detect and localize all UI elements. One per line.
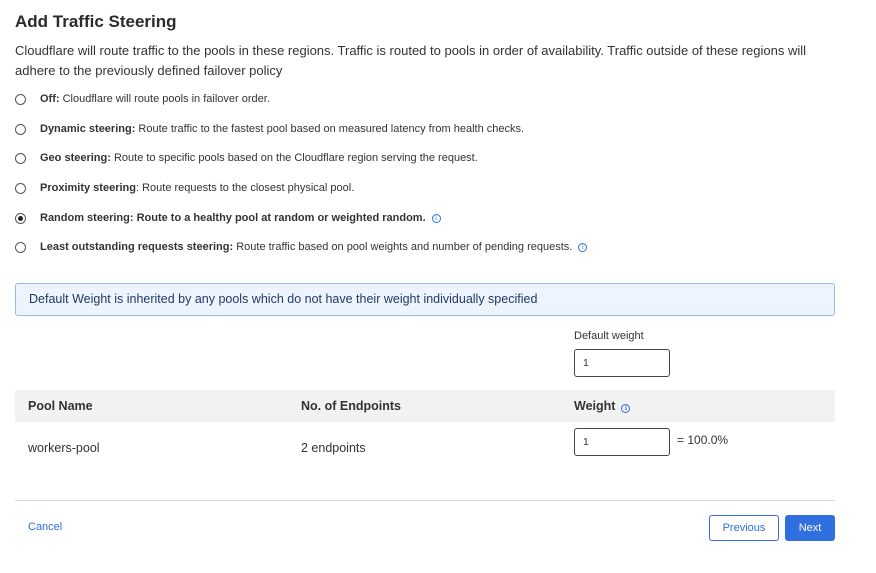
info-icon[interactable]: i xyxy=(431,213,441,223)
steering-option-text: Route traffic to the fastest pool based … xyxy=(135,123,525,135)
previous-button[interactable]: Previous xyxy=(709,515,779,541)
steering-option-least-outstanding[interactable]: Least outstanding requests steering: Rou… xyxy=(15,239,588,255)
steering-option-label: Geo steering: xyxy=(40,152,111,164)
steering-option-text: Route to specific pools based on the Clo… xyxy=(110,152,478,164)
steering-option-label: Proximity steering xyxy=(40,182,136,194)
footer-divider xyxy=(15,500,835,501)
steering-option-label: Random steering: Route to a healthy pool… xyxy=(40,212,426,224)
page-description: Cloudflare will route traffic to the poo… xyxy=(15,43,807,78)
default-weight-notice: Default Weight is inherited by any pools… xyxy=(15,283,835,316)
steering-option-text: Route traffic based on pool weights and … xyxy=(233,241,573,253)
steering-option-geo[interactable]: Geo steering: Route to specific pools ba… xyxy=(15,150,478,166)
steering-option-off[interactable]: Off: Cloudflare will route pools in fail… xyxy=(15,91,270,107)
column-header-pool-name: Pool Name xyxy=(28,399,93,413)
column-header-endpoints: No. of Endpoints xyxy=(301,399,401,413)
column-header-weight-label: Weight xyxy=(574,399,616,413)
steering-option-label: Off: xyxy=(40,93,60,105)
table-header: Pool Name No. of Endpoints Weight i xyxy=(15,390,835,422)
steering-option-random[interactable]: Random steering: Route to a healthy pool… xyxy=(15,210,441,226)
info-icon[interactable]: i xyxy=(621,404,631,413)
radio-off[interactable] xyxy=(15,93,26,105)
column-header-weight: Weight i xyxy=(574,390,631,422)
pool-name-cell: workers-pool xyxy=(28,441,100,455)
pool-weight-input[interactable] xyxy=(574,428,670,456)
cancel-link[interactable]: Cancel xyxy=(28,521,62,533)
weight-percent: = 100.0% xyxy=(677,433,729,447)
steering-option-proximity[interactable]: Proximity steering: Route requests to th… xyxy=(15,180,354,196)
steering-option-label: Dynamic steering: xyxy=(40,123,136,135)
next-button[interactable]: Next xyxy=(785,515,835,541)
radio-least-outstanding[interactable] xyxy=(15,241,26,253)
steering-option-text: Cloudflare will route pools in failover … xyxy=(59,93,270,105)
endpoints-cell: 2 endpoints xyxy=(301,441,366,455)
radio-dynamic[interactable] xyxy=(15,123,26,135)
page-title: Add Traffic Steering xyxy=(15,12,177,31)
steering-option-dynamic[interactable]: Dynamic steering: Route traffic to the f… xyxy=(15,121,524,137)
radio-geo[interactable] xyxy=(15,152,26,164)
default-weight-label: Default weight xyxy=(574,330,644,342)
radio-random[interactable] xyxy=(15,212,26,224)
default-weight-input[interactable] xyxy=(574,349,670,377)
radio-proximity[interactable] xyxy=(15,182,26,194)
steering-option-label: Least outstanding requests steering: xyxy=(40,241,234,253)
info-icon[interactable]: i xyxy=(578,242,588,252)
steering-option-text: : Route requests to the closest physical… xyxy=(135,182,355,194)
